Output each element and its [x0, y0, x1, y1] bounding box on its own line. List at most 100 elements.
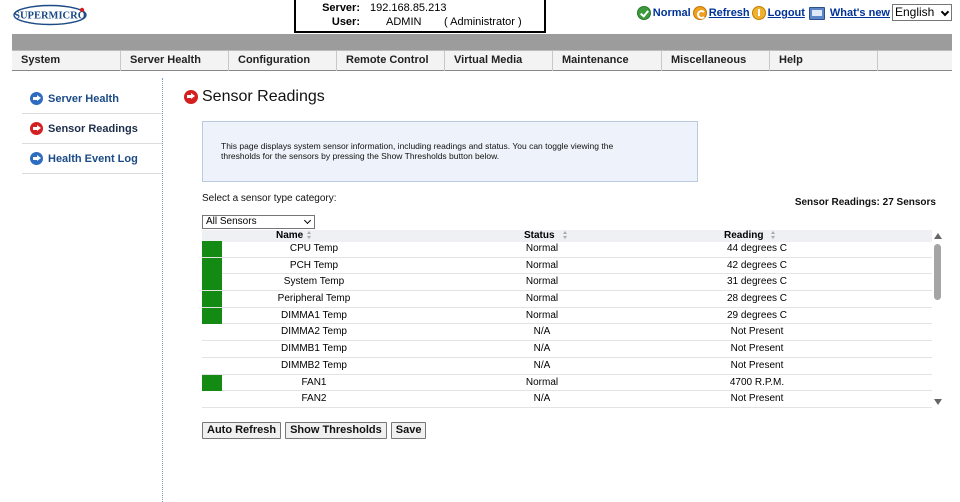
menu-system[interactable]: System [12, 51, 121, 71]
server-info-box: Server: 192.168.85.213 User: ADMIN ( Adm… [294, 0, 546, 33]
status-normal-label: Normal [652, 7, 691, 19]
status-indicator [202, 358, 222, 374]
menu-virtual-media[interactable]: Virtual Media [445, 51, 553, 71]
table-row: CPU Temp Normal 44 degrees C [202, 241, 932, 258]
table-row: FAN1 Normal 4700 R.P.M. [202, 374, 932, 392]
menu-configuration[interactable]: Configuration [229, 51, 337, 71]
table-row: DIMMB1 Temp N/A Not Present [202, 341, 932, 358]
save-button[interactable]: Save [390, 422, 427, 439]
status-indicator [202, 324, 222, 340]
status-indicator [202, 241, 222, 257]
column-header-label: Name [276, 230, 304, 241]
table-body: CPU Temp Normal 44 degrees C PCH Temp Normal… [202, 241, 932, 408]
menu-miscellaneous[interactable]: Miscellaneous [662, 51, 770, 71]
sensor-reading-cell: Not Present [730, 343, 784, 355]
supermicro-logo: SUPERMICRO [13, 4, 87, 26]
sensor-reading-cell: 4700 R.P.M. [729, 376, 785, 388]
action-buttons: Auto Refresh Show Thresholds Save [202, 422, 430, 439]
page-title-text: Sensor Readings [202, 88, 325, 105]
user-role: ( Administrator ) [444, 16, 522, 28]
table-row: Peripheral Temp Normal 28 degrees C [202, 291, 932, 308]
logout-link[interactable]: Logout [751, 6, 805, 20]
language-select[interactable]: English [892, 4, 952, 21]
menu-remote-control[interactable]: Remote Control [337, 51, 445, 71]
status-indicator [202, 307, 222, 324]
sidebar-item-label: Sensor Readings [48, 122, 138, 135]
sensor-name-cell: FAN2 [301, 393, 327, 405]
sensor-name-cell: DIMMB2 Temp [281, 359, 347, 371]
show-thresholds-button[interactable]: Show Thresholds [285, 422, 387, 439]
sensor-status-cell: N/A [533, 326, 551, 338]
sensor-type-label: Select a sensor type category: [202, 193, 337, 204]
scroll-down-icon[interactable] [934, 399, 942, 405]
logo-text: SUPERMICRO [14, 11, 86, 22]
sort-icon [771, 231, 776, 240]
sensor-reading-cell: 28 degrees C [726, 293, 788, 305]
status-indicator [202, 257, 222, 274]
sensor-status-cell: Normal [525, 293, 559, 305]
refresh-label: Refresh [708, 7, 750, 19]
sensor-status-cell: Normal [525, 276, 559, 288]
logout-label: Logout [767, 7, 805, 19]
check-icon [636, 6, 651, 20]
sensor-name-cell: DIMMB1 Temp [281, 343, 347, 355]
column-header-label: Status [524, 230, 555, 241]
sidebar-item-server-health[interactable]: Server Health [22, 84, 162, 114]
sensor-status-cell: Normal [525, 376, 559, 388]
sensor-reading-cell: Not Present [730, 326, 784, 338]
auto-refresh-button[interactable]: Auto Refresh [202, 422, 282, 439]
sensor-status-cell: Normal [525, 243, 559, 254]
menu-help[interactable]: Help [770, 51, 878, 71]
sensor-status-cell: N/A [533, 359, 551, 371]
whats-new-link[interactable]: What's new [808, 6, 890, 20]
table-row: FAN2 N/A Not Present [202, 391, 932, 408]
table-row: DIMMA2 Temp N/A Not Present [202, 324, 932, 342]
status-normal-link[interactable]: Normal [636, 6, 691, 20]
sensor-table: Name Status Reading CPU Temp Normal 44 deg… [202, 230, 945, 408]
table-scrollbar[interactable] [932, 230, 944, 408]
sidebar-item-sensor-readings[interactable]: Sensor Readings [22, 114, 162, 144]
menu-top-strip [12, 34, 952, 50]
arrow-right-icon [30, 92, 43, 105]
sensor-reading-cell: 44 degrees C [726, 243, 788, 254]
info-box: This page displays system sensor informa… [202, 121, 698, 182]
sensor-name-cell: FAN1 [301, 376, 327, 388]
menu-server-health[interactable]: Server Health [121, 51, 229, 71]
info-text-line: This page displays system sensor informa… [221, 141, 614, 151]
table-row: PCH Temp Normal 42 degrees C [202, 257, 932, 275]
arrow-right-icon [184, 90, 198, 104]
arrow-right-icon [30, 122, 43, 135]
sidebar-divider [162, 78, 163, 502]
sensor-name-cell: CPU Temp [289, 243, 339, 254]
sidebar-item-label: Health Event Log [48, 152, 138, 165]
sensor-status-cell: N/A [533, 343, 551, 355]
column-header-label: Reading [724, 230, 764, 241]
arrow-right-icon [30, 152, 43, 165]
sensor-name-cell: PCH Temp [289, 259, 339, 271]
status-indicator [202, 341, 222, 357]
language-value: English [895, 5, 935, 19]
whats-new-label: What's new [829, 7, 890, 19]
sidebar-item-health-event-log[interactable]: Health Event Log [22, 144, 162, 174]
status-indicator [202, 391, 222, 407]
sensor-reading-cell: Not Present [730, 359, 784, 371]
scroll-thumb[interactable] [934, 244, 941, 300]
sensor-reading-cell: 42 degrees C [726, 259, 788, 271]
sensor-status-cell: N/A [533, 393, 551, 405]
scroll-up-icon[interactable] [934, 233, 942, 239]
sensor-type-select[interactable]: All Sensors [202, 215, 315, 229]
monitor-icon [808, 6, 825, 20]
refresh-link[interactable]: Refresh [692, 6, 750, 20]
sensor-name-cell: System Temp [283, 276, 345, 288]
refresh-icon [692, 6, 707, 20]
user-name: ADMIN [386, 16, 422, 28]
server-address: 192.168.85.213 [370, 2, 447, 14]
table-row: System Temp Normal 31 degrees C [202, 274, 932, 292]
sensor-status-cell: Normal [525, 309, 559, 321]
sensor-name-cell: DIMMA1 Temp [281, 309, 347, 321]
sensor-name-cell: Peripheral Temp [277, 293, 351, 305]
menu-maintenance[interactable]: Maintenance [553, 51, 662, 71]
page-title: Sensor Readings [184, 88, 325, 106]
main-menu-bar: System Server Health Configuration Remot… [12, 50, 952, 71]
sensor-count: Sensor Readings: 27 Sensors [794, 197, 936, 208]
